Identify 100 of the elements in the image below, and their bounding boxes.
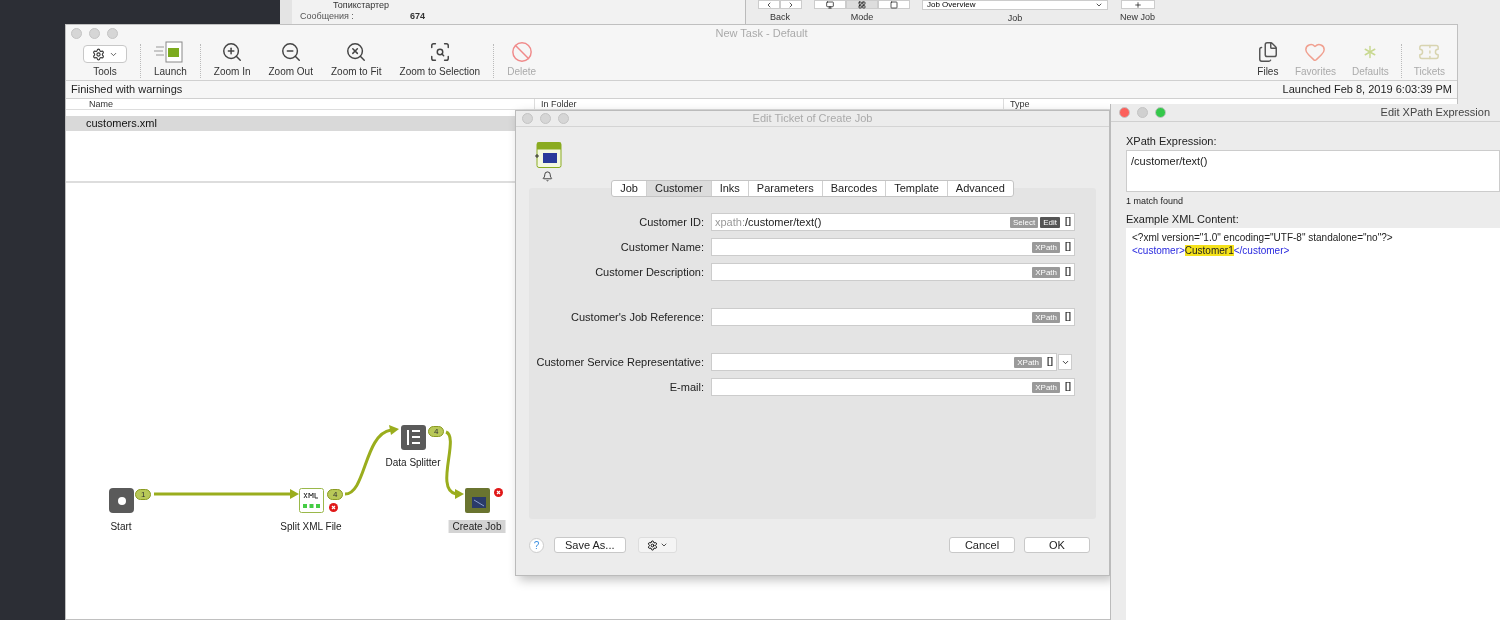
toolbar-button[interactable]: Files: [1252, 40, 1283, 78]
field-label: XPath Expression:: [1126, 133, 1218, 148]
tab[interactable]: Inks: [710, 181, 748, 196]
mode-segment[interactable]: [878, 0, 910, 9]
close-button[interactable]: [71, 27, 82, 39]
role-label: Топикстартер: [332, 0, 391, 11]
input-field[interactable]: XPath []: [711, 308, 1075, 326]
minimize-button[interactable]: [1137, 106, 1148, 118]
xml-node[interactable]: [299, 488, 324, 513]
close-button[interactable]: [1119, 106, 1130, 118]
toolbar-button[interactable]: Zoom to Fit: [326, 40, 386, 78]
close-button[interactable]: [522, 113, 533, 124]
bracket-button[interactable]: []: [1047, 355, 1053, 369]
gear-menu-button[interactable]: [637, 537, 677, 553]
window-title: New Task - Default: [715, 25, 808, 41]
dialog-title: Edit Ticket of Create Job: [752, 111, 873, 127]
input-field[interactable]: XPath []: [711, 263, 1075, 281]
toolbar-button[interactable]: Zoom Out: [264, 40, 317, 78]
input-field[interactable]: XPath []: [711, 378, 1075, 396]
files-icon: [1256, 41, 1279, 63]
match-count: 1 match found: [1126, 194, 1185, 207]
expression-input[interactable]: /customer/text(): [1126, 149, 1500, 192]
toolbar-label: Mode: [850, 12, 874, 23]
monitor-icon: [826, 0, 834, 9]
caret-icon: [659, 541, 668, 549]
bracket-button[interactable]: []: [1065, 265, 1071, 279]
bracket-button[interactable]: []: [1065, 380, 1071, 394]
input-field[interactable]: xpath:/customer/text() Select Edit []: [711, 213, 1075, 231]
help-button[interactable]: ?: [529, 537, 544, 553]
prohibited-icon: [510, 41, 533, 63]
job-select[interactable]: Job Overview: [922, 0, 1108, 10]
job-node[interactable]: [465, 488, 490, 513]
grid-icon: [858, 0, 866, 9]
mode-segment[interactable]: [814, 0, 846, 9]
field-label: Customer Service Representative:: [535, 354, 705, 370]
status-text: Finished with warnings: [71, 82, 183, 98]
field-label: Customer's Job Reference:: [570, 309, 705, 325]
tab[interactable]: Customer: [645, 181, 711, 196]
heart-icon: [1304, 41, 1327, 63]
toolbar-button[interactable]: Zoom In: [209, 40, 255, 78]
node-label: Create Job: [448, 520, 506, 533]
bell-icon: [542, 171, 553, 182]
splitter-node[interactable]: [401, 425, 426, 450]
tab[interactable]: Parameters: [747, 181, 822, 196]
job-icon: [534, 142, 562, 168]
zoom-button[interactable]: [558, 113, 569, 124]
bracket-button[interactable]: []: [1065, 240, 1071, 254]
field-label: Customer Description:: [594, 264, 705, 280]
forward-button[interactable]: [780, 0, 802, 9]
gear-menu-button[interactable]: [83, 45, 127, 63]
count-badge: 4: [428, 426, 445, 437]
tab[interactable]: Template: [885, 181, 947, 196]
toolbar-button[interactable]: Tools: [79, 40, 131, 78]
new-job-button[interactable]: [1120, 0, 1155, 9]
count-badge: 1: [135, 489, 152, 500]
bracket-button[interactable]: []: [1065, 310, 1071, 324]
zoom-out-icon: [279, 41, 302, 63]
back-button[interactable]: [758, 0, 780, 9]
zoom-button[interactable]: [107, 27, 118, 39]
toolbar-button[interactable]: Zoom to Selection: [395, 40, 485, 78]
chevron-left-icon: [765, 0, 773, 9]
column-header[interactable]: In Folder: [534, 99, 1003, 109]
magnifier-square-icon: [428, 41, 451, 63]
tab[interactable]: Advanced: [946, 181, 1013, 196]
field-label: Customer Name:: [619, 239, 705, 255]
gear-icon: [646, 539, 658, 551]
minimize-button[interactable]: [89, 27, 100, 39]
ok-button[interactable]: OK: [1024, 537, 1090, 553]
node-label: Split XML File: [279, 520, 343, 533]
field-label: E-mail:: [668, 379, 705, 395]
xpath-tag-button[interactable]: Edit: [1040, 216, 1060, 228]
gear-icon: [92, 47, 105, 61]
window-title: Edit XPath Expression: [1380, 105, 1491, 120]
stat-value: 674: [410, 11, 426, 22]
dropdown-button[interactable]: [1058, 354, 1072, 370]
column-header[interactable]: Type: [1003, 99, 1030, 109]
input-field[interactable]: XPath []: [711, 353, 1057, 371]
connector-arrow: [445, 430, 464, 499]
cancel-button[interactable]: Cancel: [949, 537, 1015, 553]
start-node[interactable]: [109, 488, 134, 513]
launch-time: Launched Feb 8, 2019 6:03:39 PM: [1282, 82, 1452, 98]
field-label: Example XML Content:: [1126, 211, 1240, 226]
caret-icon: [1095, 1, 1103, 9]
tab[interactable]: Job: [612, 181, 646, 196]
tab[interactable]: Barcodes: [821, 181, 886, 196]
plus-icon: [1133, 0, 1142, 9]
magnifier-cross-icon: [345, 41, 368, 63]
toolbar-label: Back: [770, 12, 790, 23]
bracket-button[interactable]: []: [1065, 215, 1071, 229]
node-label: Data Splitter: [384, 456, 442, 469]
input-field[interactable]: XPath []: [711, 238, 1075, 256]
toolbar-label: New Job: [1120, 12, 1155, 23]
mode-segment[interactable]: [846, 0, 878, 9]
column-header[interactable]: Name: [66, 99, 534, 109]
zoom-in-icon: [221, 41, 244, 63]
zoom-button[interactable]: [1155, 106, 1166, 118]
toolbar-button[interactable]: Launch: [150, 40, 191, 78]
minimize-button[interactable]: [540, 113, 551, 124]
node-label: Start: [109, 520, 133, 533]
save-as-button[interactable]: Save As...: [554, 537, 626, 553]
